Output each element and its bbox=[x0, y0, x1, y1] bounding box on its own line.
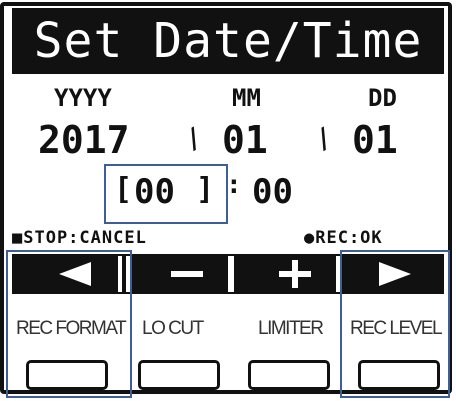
hour-value[interactable]: 00 bbox=[134, 172, 175, 212]
lo-cut-label: LO CUT bbox=[142, 318, 204, 339]
time-colon: : bbox=[226, 170, 242, 200]
device-screen: Set Date/Time YYYY MM DD 2017 / 01 / 01 … bbox=[0, 0, 456, 401]
left-button-callout bbox=[6, 250, 132, 398]
right-button-callout bbox=[340, 250, 450, 398]
rec-ok-hint: ●REC:OK bbox=[304, 228, 383, 248]
cursor-bracket-right-icon: ] bbox=[196, 172, 215, 207]
cursor-bracket-left-icon: [ bbox=[114, 172, 133, 207]
plus-icon bbox=[260, 254, 330, 294]
year-label: YYYY bbox=[54, 84, 112, 112]
stop-cancel-hint: ■STOP:CANCEL bbox=[12, 228, 147, 248]
limiter-button[interactable] bbox=[248, 360, 330, 390]
minus-icon bbox=[152, 254, 222, 294]
screen-title: Set Date/Time bbox=[12, 8, 444, 74]
month-value[interactable]: 01 bbox=[222, 118, 268, 162]
limiter-label: LIMITER bbox=[258, 318, 324, 339]
day-value[interactable]: 01 bbox=[352, 118, 398, 162]
month-label: MM bbox=[232, 84, 261, 112]
year-value[interactable]: 2017 bbox=[38, 118, 130, 162]
lo-cut-button[interactable] bbox=[138, 360, 220, 390]
minute-value[interactable]: 00 bbox=[252, 172, 293, 212]
day-label: DD bbox=[368, 84, 397, 112]
softkey-divider bbox=[228, 256, 234, 292]
